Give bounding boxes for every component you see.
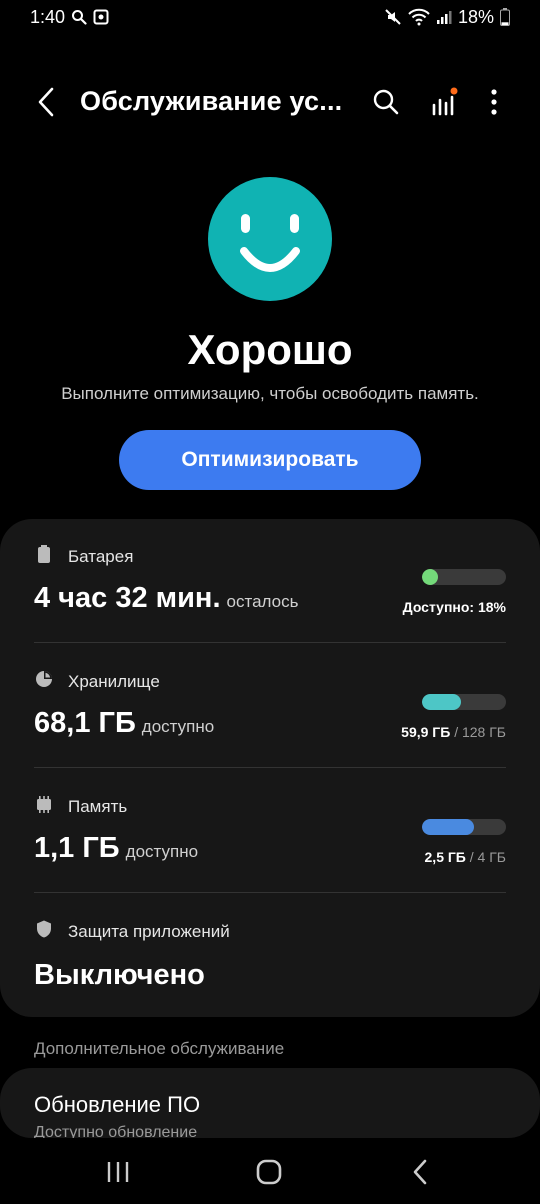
status-time: 1:40 xyxy=(30,6,66,27)
battery-level-indicator xyxy=(422,569,438,585)
battery-header: Батарея xyxy=(34,544,133,569)
app-bar: Обслуживание ус... xyxy=(0,68,540,136)
signal-icon xyxy=(436,9,452,25)
navigation-bar xyxy=(0,1138,540,1204)
memory-used: 2,5 ГБ xyxy=(424,849,466,865)
memory-chip-icon xyxy=(34,794,54,819)
storage-item[interactable]: Хранилище 68,1 ГБ доступно 59,9 ГБ / 128 … xyxy=(34,669,506,769)
more-options-button[interactable] xyxy=(474,82,514,122)
battery-value: 4 час 32 мин. осталось xyxy=(34,582,298,615)
more-icon xyxy=(491,89,497,115)
status-subtitle: Выполните оптимизацию, чтобы освободить … xyxy=(61,384,479,403)
search-icon xyxy=(373,89,399,115)
storage-used: 59,9 ГБ xyxy=(401,724,451,740)
home-icon xyxy=(256,1159,282,1185)
storage-total: / 128 ГБ xyxy=(450,724,506,740)
battery-time-left: 4 час 32 мин. xyxy=(34,582,221,614)
software-update-item[interactable]: Обновление ПО Доступно обновление xyxy=(0,1068,540,1138)
battery-caption: Доступно: 18% xyxy=(403,599,506,615)
search-icon xyxy=(71,9,87,25)
smiley-face-icon xyxy=(208,177,332,301)
storage-available: 68,1 ГБ xyxy=(34,707,136,739)
battery-icon xyxy=(34,544,54,569)
page-title: Обслуживание ус... xyxy=(80,86,343,116)
battery-value-suffix: осталось xyxy=(226,592,299,611)
memory-usage-fill xyxy=(422,819,475,835)
battery-item[interactable]: Батарея 4 час 32 мин. осталось Доступно: … xyxy=(34,544,506,644)
app-protection-status: Выключено xyxy=(34,959,205,991)
wifi-icon xyxy=(408,8,430,26)
memory-value: 1,1 ГБ доступно xyxy=(34,832,198,865)
status-bar: 1:40 18% xyxy=(0,0,540,34)
status-title: Хорошо xyxy=(187,326,353,373)
recents-button[interactable] xyxy=(96,1152,140,1192)
battery-caption-value: Доступно: 18% xyxy=(402,599,506,615)
app-protection-item[interactable]: Защита приложений Выключено xyxy=(34,919,506,999)
memory-usage-bar xyxy=(422,819,506,835)
back-button[interactable] xyxy=(26,82,66,122)
battery-level-bar xyxy=(422,569,506,585)
memory-item[interactable]: Память 1,1 ГБ доступно 2,5 ГБ / 4 ГБ xyxy=(34,794,506,894)
storage-pie-icon xyxy=(34,669,54,694)
app-protection-label: Защита приложений xyxy=(68,921,230,941)
memory-available: 1,1 ГБ xyxy=(34,832,120,864)
nav-back-button[interactable] xyxy=(398,1152,442,1192)
battery-icon xyxy=(500,8,510,26)
memory-header: Память xyxy=(34,794,127,819)
memory-total: / 4 ГБ xyxy=(465,849,506,865)
storage-value: 68,1 ГБ доступно xyxy=(34,707,214,740)
memory-label: Память xyxy=(68,796,128,816)
home-button[interactable] xyxy=(247,1152,291,1192)
software-update-subtitle: Доступно обновление xyxy=(34,1124,198,1138)
battery-percent: 18% xyxy=(457,6,494,27)
divider xyxy=(34,892,506,893)
storage-header: Хранилище xyxy=(34,669,160,694)
shield-icon xyxy=(34,919,54,944)
memory-value-suffix: доступно xyxy=(125,842,199,861)
storage-usage-bar xyxy=(422,694,506,710)
divider xyxy=(34,642,506,643)
status-right: 18% xyxy=(384,7,510,28)
storage-usage-fill xyxy=(422,694,462,710)
battery-label: Батарея xyxy=(68,546,134,566)
memory-caption: 2,5 ГБ / 4 ГБ xyxy=(425,849,506,865)
status-left: 1:40 xyxy=(30,7,109,28)
app-protection-value: Выключено xyxy=(34,959,205,992)
storage-label: Хранилище xyxy=(68,671,160,691)
mute-icon xyxy=(384,8,402,26)
screenshot-icon xyxy=(93,9,109,25)
divider xyxy=(34,767,506,768)
storage-value-suffix: доступно xyxy=(141,717,215,736)
section-label: Дополнительное обслуживание xyxy=(34,1039,285,1058)
maintenance-card: Батарея 4 час 32 мин. осталось Доступно: … xyxy=(0,519,540,1017)
recents-icon xyxy=(107,1162,129,1182)
optimize-button[interactable]: Оптимизировать xyxy=(119,430,421,490)
stats-icon xyxy=(432,87,458,116)
search-button[interactable] xyxy=(366,82,406,122)
stats-button[interactable] xyxy=(424,82,464,122)
software-update-title: Обновление ПО xyxy=(34,1092,201,1117)
back-icon xyxy=(38,87,54,117)
app-protection-header: Защита приложений xyxy=(34,919,230,944)
storage-caption: 59,9 ГБ / 128 ГБ xyxy=(401,724,506,740)
back-nav-icon xyxy=(413,1159,427,1185)
